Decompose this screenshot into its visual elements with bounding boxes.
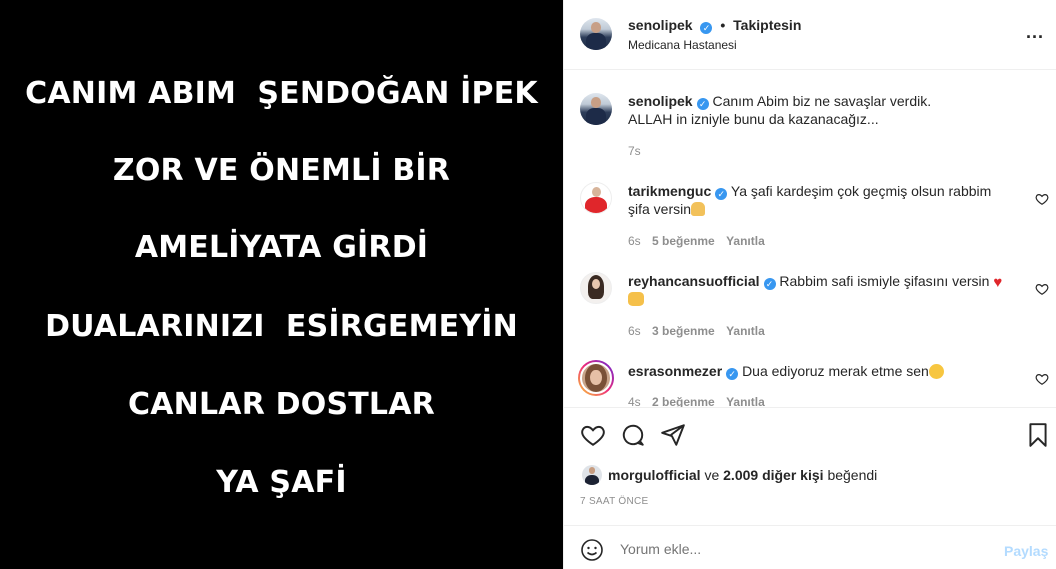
post-side-panel: senolipek ✓ • Takiptesin Medicana Hastan…: [563, 0, 1056, 569]
post-image-line: DUALARINIZI ESİRGEMEYİN: [45, 309, 518, 344]
comment-likes-count[interactable]: 2 beğenme: [652, 395, 715, 407]
caption-line-1: senolipek ✓ Canım Abim biz ne savaşlar ve…: [628, 92, 931, 110]
post-image[interactable]: CANIM ABIM ŞENDOĞAN İPEK ZOR VE ÖNEMLİ B…: [0, 0, 563, 569]
post-header: senolipek ✓ • Takiptesin Medicana Hastan…: [564, 0, 1056, 70]
verified-badge-icon: ✓: [700, 22, 713, 34]
comment-bubble-icon[interactable]: [620, 422, 646, 448]
comment-text: Rabbim safi ismiyle şifasını versin: [779, 273, 990, 289]
comment-time[interactable]: 6s: [628, 324, 641, 338]
comment-username[interactable]: tarikmenguc: [628, 183, 711, 199]
other-likers-link[interactable]: 2.009 diğer kişi: [723, 467, 823, 483]
verified-badge-icon: ✓: [696, 98, 709, 110]
comment-time[interactable]: 6s: [628, 234, 641, 248]
like-heart-icon[interactable]: [580, 422, 606, 448]
comment-meta: 6s 5 beğenme Yanıtla: [628, 234, 765, 248]
post-comment-button[interactable]: Paylaş: [1004, 543, 1048, 559]
reply-button[interactable]: Yanıtla: [726, 234, 765, 248]
comment-line-2: [628, 290, 644, 308]
comment-input[interactable]: [620, 538, 990, 560]
following-status-button[interactable]: Takiptesin: [733, 17, 801, 33]
reply-button[interactable]: Yanıtla: [726, 395, 765, 407]
comment-text: Dua ediyoruz merak etme sen: [742, 363, 929, 379]
post-image-text: CANIM ABIM ŞENDOĞAN İPEK ZOR VE ÖNEMLİ B…: [0, 0, 563, 569]
verified-badge-icon: ✓: [726, 368, 739, 380]
red-heart-emoji-icon: ♥: [993, 274, 1003, 291]
comment-avatar[interactable]: [580, 362, 612, 394]
comment-line-2: şifa versin: [628, 200, 706, 218]
comment-line-1: reyhancansuofficial ✓ Rabbim safi ismiyle…: [628, 272, 1002, 292]
post-modal: CANIM ABIM ŞENDOĞAN İPEK ZOR VE ÖNEMLİ B…: [0, 0, 1056, 569]
post-image-line: YA ŞAFİ: [216, 465, 347, 500]
post-actions: morgulofficial ve 2.009 diğer kişi beğen…: [564, 407, 1056, 525]
post-location[interactable]: Medicana Hastanesi: [628, 38, 737, 52]
author-username[interactable]: senolipek: [628, 17, 693, 33]
raised-hands-emoji-icon: [628, 292, 644, 306]
comment-avatar[interactable]: [580, 272, 612, 304]
post-image-line: AMELİYATA GİRDİ: [134, 230, 429, 265]
emoji-picker-icon[interactable]: [580, 538, 604, 562]
post-image-line: CANIM ABIM ŞENDOĞAN İPEK: [25, 76, 538, 111]
comment-like-heart-icon[interactable]: [1035, 282, 1049, 296]
liker-avatar[interactable]: [582, 465, 602, 485]
separator-dot: •: [720, 17, 726, 33]
comment-avatar[interactable]: [580, 182, 612, 214]
reply-button[interactable]: Yanıtla: [726, 324, 765, 338]
comment-text-cont: şifa versin: [628, 201, 692, 217]
share-paper-plane-icon[interactable]: [660, 422, 686, 448]
comment-likes-count[interactable]: 3 beğenme: [652, 324, 715, 338]
caption-line-2: ALLAH in izniyle bunu da kazanacağız...: [628, 111, 879, 127]
comment-like-heart-icon[interactable]: [1035, 372, 1049, 386]
comment-likes-count[interactable]: 5 beğenme: [652, 234, 715, 248]
verified-badge-icon: ✓: [715, 188, 728, 200]
liker-username[interactable]: morgulofficial: [608, 467, 701, 483]
comment-text: Ya şafi kardeşim çok geçmiş olsun rabbim: [730, 183, 992, 199]
caption-text: Canım Abim biz ne savaşlar verdik.: [712, 93, 932, 109]
comment-username[interactable]: esrasonmezer: [628, 363, 722, 379]
comment-line-1: tarikmenguc ✓ Ya şafi kardeşim çok geçmiş…: [628, 182, 991, 200]
praying-hands-emoji-icon: [691, 202, 706, 216]
caption-username[interactable]: senolipek: [628, 93, 693, 109]
comment-meta: 4s 2 beğenme Yanıtla: [628, 395, 765, 407]
post-image-line: CANLAR DOSTLAR: [128, 387, 435, 422]
save-bookmark-icon[interactable]: [1027, 422, 1049, 448]
caption-time[interactable]: 7s: [628, 144, 641, 158]
comment-meta: 6s 3 beğenme Yanıtla: [628, 324, 765, 338]
comment-composer: Paylaş: [564, 525, 1056, 569]
likes-suffix: beğendi: [827, 467, 878, 483]
post-timestamp[interactable]: 7 SAAT ÖNCE: [580, 496, 649, 507]
comment-line-1: esrasonmezer ✓ Dua ediyoruz merak etme se…: [628, 362, 944, 380]
comment-like-heart-icon[interactable]: [1035, 192, 1049, 206]
comment-username[interactable]: reyhancansuofficial: [628, 273, 760, 289]
likes-connector: ve: [704, 467, 720, 483]
comments-list[interactable]: senolipek ✓ Canım Abim biz ne savaşlar ve…: [564, 71, 1056, 407]
caption-avatar[interactable]: [580, 93, 612, 125]
verified-badge-icon: ✓: [763, 278, 776, 290]
post-image-line: ZOR VE ÖNEMLİ BİR: [112, 153, 451, 188]
pensive-face-emoji-icon: [928, 364, 944, 379]
likes-summary: morgulofficial ve 2.009 diğer kişi beğen…: [608, 467, 877, 483]
author-avatar[interactable]: [580, 18, 612, 50]
comment-time[interactable]: 4s: [628, 395, 641, 407]
more-options-icon[interactable]: ...: [1026, 22, 1044, 43]
